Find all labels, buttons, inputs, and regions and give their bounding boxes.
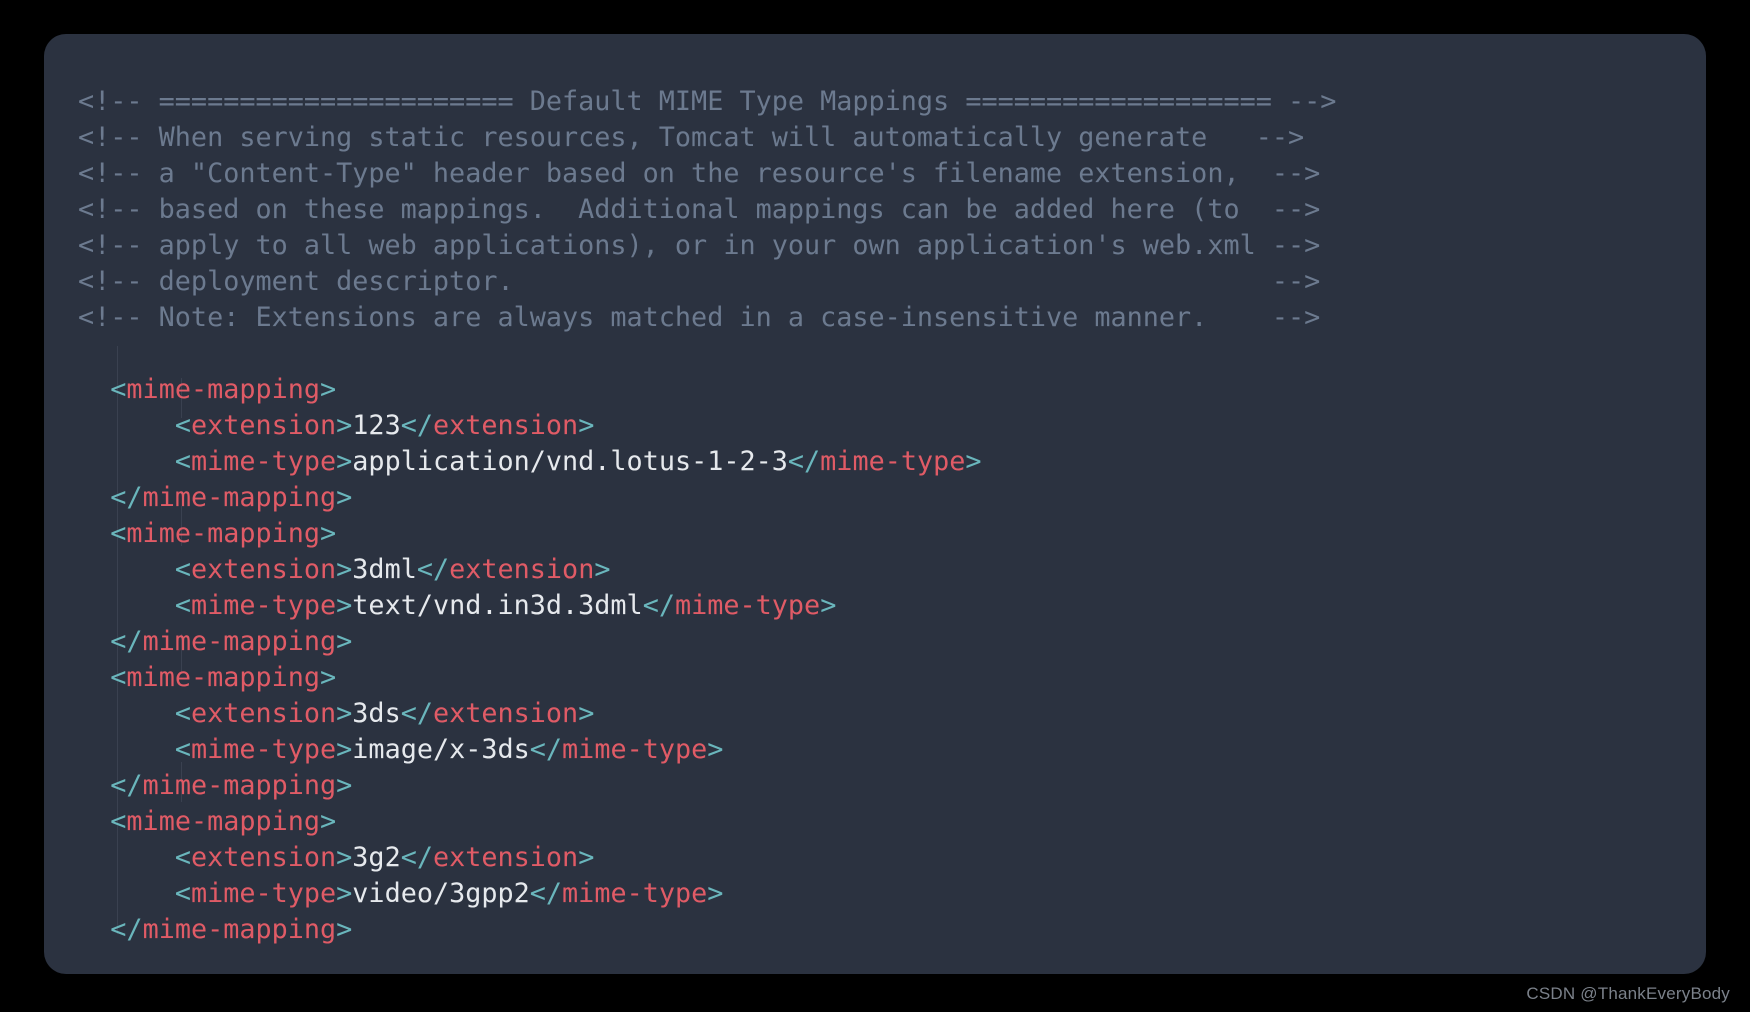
extension-value: 3ds bbox=[352, 698, 400, 729]
tag-mime-mapping: mime-mapping bbox=[126, 662, 320, 693]
open-bracket: < bbox=[110, 662, 126, 693]
tag-extension: extension bbox=[433, 698, 578, 729]
close-bracket: > bbox=[707, 878, 723, 909]
tag-mime-type: mime-type bbox=[191, 878, 336, 909]
extension-value: 3g2 bbox=[352, 842, 400, 873]
open-bracket: < bbox=[110, 518, 126, 549]
close-bracket: > bbox=[336, 770, 352, 801]
open-end-bracket: </ bbox=[643, 590, 675, 621]
tag-mime-type: mime-type bbox=[191, 734, 336, 765]
open-bracket: < bbox=[110, 374, 126, 405]
close-bracket: > bbox=[336, 842, 352, 873]
tag-mime-type: mime-type bbox=[562, 734, 707, 765]
close-bracket: > bbox=[578, 842, 594, 873]
tag-extension: extension bbox=[449, 554, 594, 585]
close-bracket: > bbox=[965, 446, 981, 477]
open-end-bracket: </ bbox=[401, 842, 433, 873]
comment-line: <!-- Note: Extensions are always matched… bbox=[78, 302, 1320, 333]
close-bracket: > bbox=[320, 518, 336, 549]
open-end-bracket: </ bbox=[110, 482, 142, 513]
close-bracket: > bbox=[578, 698, 594, 729]
close-bracket: > bbox=[578, 410, 594, 441]
close-bracket: > bbox=[336, 554, 352, 585]
open-bracket: < bbox=[175, 698, 191, 729]
open-bracket: < bbox=[175, 842, 191, 873]
open-end-bracket: </ bbox=[530, 878, 562, 909]
open-end-bracket: </ bbox=[417, 554, 449, 585]
open-end-bracket: </ bbox=[788, 446, 820, 477]
close-bracket: > bbox=[594, 554, 610, 585]
close-bracket: > bbox=[320, 806, 336, 837]
tag-mime-mapping: mime-mapping bbox=[143, 770, 337, 801]
extension-value: 3dml bbox=[352, 554, 417, 585]
tag-extension: extension bbox=[191, 842, 336, 873]
tag-extension: extension bbox=[433, 410, 578, 441]
tag-mime-mapping: mime-mapping bbox=[143, 914, 337, 945]
tag-extension: extension bbox=[191, 554, 336, 585]
mime-type-value: video/3gpp2 bbox=[352, 878, 529, 909]
open-bracket: < bbox=[110, 806, 126, 837]
open-end-bracket: </ bbox=[401, 410, 433, 441]
close-bracket: > bbox=[336, 734, 352, 765]
code-frame: <!-- ====================== Default MIME… bbox=[44, 34, 1706, 974]
comment-line: <!-- deployment descriptor. --> bbox=[78, 266, 1320, 297]
open-end-bracket: </ bbox=[110, 626, 142, 657]
close-bracket: > bbox=[336, 410, 352, 441]
tag-extension: extension bbox=[191, 698, 336, 729]
close-bracket: > bbox=[336, 698, 352, 729]
close-bracket: > bbox=[320, 662, 336, 693]
close-bracket: > bbox=[320, 374, 336, 405]
tag-mime-type: mime-type bbox=[820, 446, 965, 477]
comment-line: <!-- a "Content-Type" header based on th… bbox=[78, 158, 1320, 189]
watermark-text: CSDN @ThankEveryBody bbox=[1526, 984, 1730, 1004]
mime-type-value: text/vnd.in3d.3dml bbox=[352, 590, 642, 621]
tag-mime-type: mime-type bbox=[191, 446, 336, 477]
close-bracket: > bbox=[336, 590, 352, 621]
open-bracket: < bbox=[175, 590, 191, 621]
close-bracket: > bbox=[336, 446, 352, 477]
open-end-bracket: </ bbox=[401, 698, 433, 729]
tag-mime-mapping: mime-mapping bbox=[126, 806, 320, 837]
mime-type-value: application/vnd.lotus-1-2-3 bbox=[352, 446, 788, 477]
comment-line: <!-- ====================== Default MIME… bbox=[78, 86, 1336, 117]
tag-mime-type: mime-type bbox=[562, 878, 707, 909]
close-bracket: > bbox=[336, 482, 352, 513]
extension-value: 123 bbox=[352, 410, 400, 441]
close-bracket: > bbox=[336, 626, 352, 657]
tag-mime-mapping: mime-mapping bbox=[126, 374, 320, 405]
code-block: <!-- ====================== Default MIME… bbox=[78, 48, 1336, 948]
close-bracket: > bbox=[820, 590, 836, 621]
tag-mime-mapping: mime-mapping bbox=[143, 482, 337, 513]
open-bracket: < bbox=[175, 410, 191, 441]
open-bracket: < bbox=[175, 734, 191, 765]
open-bracket: < bbox=[175, 446, 191, 477]
comment-line: <!-- When serving static resources, Tomc… bbox=[78, 122, 1304, 153]
comment-line: <!-- apply to all web applications), or … bbox=[78, 230, 1320, 261]
tag-extension: extension bbox=[433, 842, 578, 873]
tag-mime-mapping: mime-mapping bbox=[126, 518, 320, 549]
tag-mime-mapping: mime-mapping bbox=[143, 626, 337, 657]
mime-type-value: image/x-3ds bbox=[352, 734, 529, 765]
close-bracket: > bbox=[707, 734, 723, 765]
tag-mime-type: mime-type bbox=[191, 590, 336, 621]
comment-line: <!-- based on these mappings. Additional… bbox=[78, 194, 1320, 225]
open-end-bracket: </ bbox=[110, 914, 142, 945]
close-bracket: > bbox=[336, 914, 352, 945]
open-end-bracket: </ bbox=[530, 734, 562, 765]
tag-mime-type: mime-type bbox=[675, 590, 820, 621]
close-bracket: > bbox=[336, 878, 352, 909]
tag-extension: extension bbox=[191, 410, 336, 441]
open-bracket: < bbox=[175, 554, 191, 585]
open-bracket: < bbox=[175, 878, 191, 909]
open-end-bracket: </ bbox=[110, 770, 142, 801]
